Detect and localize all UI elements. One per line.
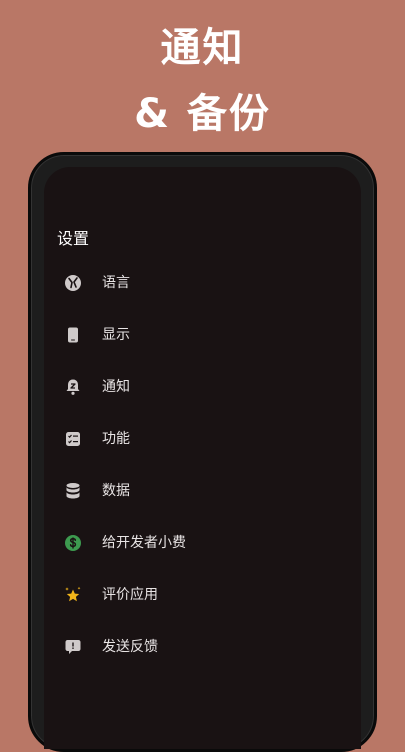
notification-icon: [64, 378, 82, 396]
settings-item-data[interactable]: 数据: [44, 465, 361, 517]
phone-frame: 设置 语言 显示 通知 功能 数据 给开发者小费 评价应用 发送反馈: [28, 152, 377, 752]
settings-menu: 语言 显示 通知 功能 数据 给开发者小费 评价应用 发送反馈: [44, 257, 361, 673]
display-icon: [64, 326, 82, 344]
settings-item-label: 给开发者小费: [102, 535, 186, 551]
star-icon: [64, 586, 82, 604]
settings-item-label: 显示: [102, 327, 130, 343]
settings-item-label: 通知: [102, 379, 130, 395]
settings-item-language[interactable]: 语言: [44, 257, 361, 309]
promo-headline-line2: & 备份: [134, 91, 271, 137]
promo-headline-line1: 通知: [160, 25, 245, 71]
settings-item-label: 数据: [102, 483, 130, 499]
features-icon: [64, 430, 82, 448]
settings-item-display[interactable]: 显示: [44, 309, 361, 361]
language-icon: [64, 274, 82, 292]
settings-item-rate-app[interactable]: 评价应用: [44, 569, 361, 621]
dollar-icon: [64, 534, 82, 552]
settings-item-label: 功能: [102, 431, 130, 447]
settings-item-label: 发送反馈: [102, 639, 158, 655]
settings-item-send-feedback[interactable]: 发送反馈: [44, 621, 361, 673]
settings-item-notifications[interactable]: 通知: [44, 361, 361, 413]
settings-item-label: 评价应用: [102, 587, 158, 603]
settings-item-label: 语言: [102, 275, 130, 291]
phone-screen: 设置 语言 显示 通知 功能 数据 给开发者小费 评价应用 发送反馈: [44, 167, 361, 749]
settings-item-features[interactable]: 功能: [44, 413, 361, 465]
feedback-icon: [64, 638, 82, 656]
database-icon: [64, 482, 82, 500]
settings-item-tip-developer[interactable]: 给开发者小费: [44, 517, 361, 569]
settings-title: 设置: [57, 229, 90, 248]
